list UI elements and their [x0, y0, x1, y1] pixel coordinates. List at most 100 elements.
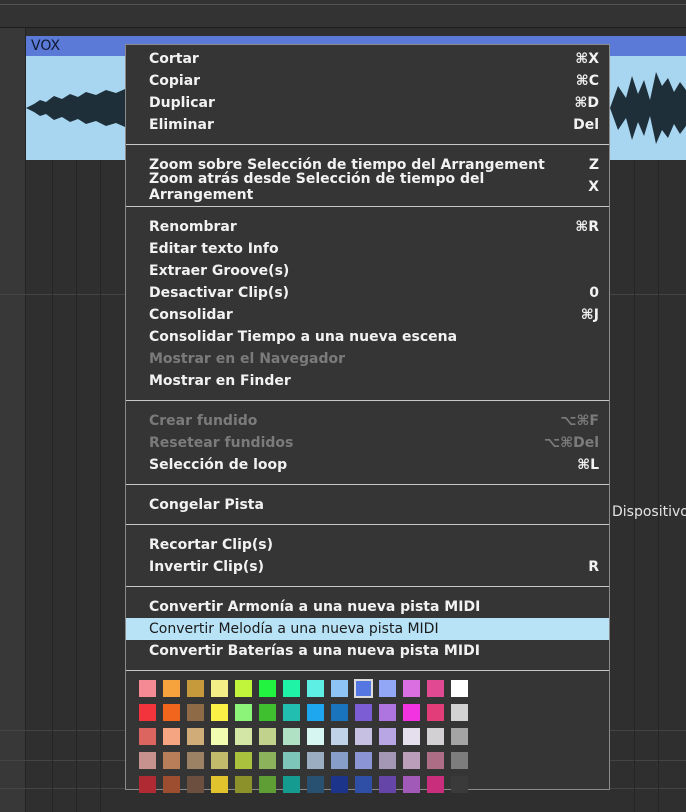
- color-swatch[interactable]: [211, 728, 228, 745]
- color-swatch[interactable]: [259, 680, 276, 697]
- menu-item-label: Editar texto Info: [149, 241, 279, 257]
- color-swatch[interactable]: [283, 704, 300, 721]
- color-swatch[interactable]: [403, 680, 420, 697]
- color-swatch[interactable]: [451, 704, 468, 721]
- color-swatch[interactable]: [211, 752, 228, 769]
- color-swatch[interactable]: [307, 752, 324, 769]
- menu-item[interactable]: Eliminar Del: [126, 114, 609, 136]
- color-swatch[interactable]: [259, 704, 276, 721]
- menu-item[interactable]: Consolidar Tiempo a una nueva escena: [126, 326, 609, 348]
- color-swatch[interactable]: [427, 704, 444, 721]
- menu-item[interactable]: Desactivar Clip(s) 0: [126, 282, 609, 304]
- color-swatch[interactable]: [259, 776, 276, 793]
- color-swatch[interactable]: [331, 704, 348, 721]
- color-swatch[interactable]: [235, 704, 252, 721]
- color-swatch[interactable]: [427, 728, 444, 745]
- menu-item[interactable]: Convertir Melodía a una nueva pista MIDI: [126, 618, 609, 640]
- color-swatch[interactable]: [354, 679, 373, 698]
- context-menu: Cortar ⌘X Copiar ⌘C Duplicar ⌘D Eliminar Del Zoo…: [125, 44, 610, 793]
- menu-item-shortcut: R: [588, 559, 599, 575]
- color-swatch[interactable]: [187, 728, 204, 745]
- color-swatch[interactable]: [139, 752, 156, 769]
- color-swatch[interactable]: [283, 776, 300, 793]
- color-swatch[interactable]: [283, 728, 300, 745]
- color-swatch[interactable]: [451, 776, 468, 793]
- color-swatch[interactable]: [355, 704, 372, 721]
- color-swatch[interactable]: [379, 752, 396, 769]
- color-swatch[interactable]: [379, 704, 396, 721]
- color-swatch[interactable]: [427, 776, 444, 793]
- color-swatch[interactable]: [211, 680, 228, 697]
- color-swatch[interactable]: [307, 776, 324, 793]
- color-swatch[interactable]: [187, 680, 204, 697]
- menu-item[interactable]: Recortar Clip(s): [126, 534, 609, 556]
- color-swatch[interactable]: [331, 752, 348, 769]
- color-swatch[interactable]: [235, 752, 252, 769]
- menu-separator: [126, 586, 609, 587]
- color-swatch[interactable]: [403, 728, 420, 745]
- color-swatch[interactable]: [355, 752, 372, 769]
- color-swatch[interactable]: [139, 704, 156, 721]
- menu-item[interactable]: Congelar Pista: [126, 494, 609, 516]
- menu-separator: [126, 400, 609, 401]
- color-swatch[interactable]: [403, 776, 420, 793]
- menu-item[interactable]: Convertir Baterías a una nueva pista MID…: [126, 640, 609, 662]
- color-swatch[interactable]: [307, 680, 324, 697]
- color-swatch[interactable]: [379, 680, 396, 697]
- color-swatch[interactable]: [307, 728, 324, 745]
- menu-item[interactable]: Consolidar ⌘J: [126, 304, 609, 326]
- color-swatch[interactable]: [451, 680, 468, 697]
- menu-item[interactable]: Mostrar en Finder: [126, 370, 609, 392]
- menu-item[interactable]: Selección de loop ⌘L: [126, 454, 609, 476]
- color-swatch[interactable]: [451, 728, 468, 745]
- menu-item[interactable]: Renombrar ⌘R: [126, 216, 609, 238]
- color-swatch[interactable]: [235, 680, 252, 697]
- color-swatch[interactable]: [283, 680, 300, 697]
- color-swatch[interactable]: [139, 680, 156, 697]
- menu-item[interactable]: Convertir Armonía a una nueva pista MIDI: [126, 596, 609, 618]
- menu-item[interactable]: Extraer Groove(s): [126, 260, 609, 282]
- color-swatch[interactable]: [163, 728, 180, 745]
- color-swatch[interactable]: [355, 776, 372, 793]
- color-swatch[interactable]: [331, 776, 348, 793]
- color-swatch[interactable]: [403, 704, 420, 721]
- color-swatch[interactable]: [259, 728, 276, 745]
- color-swatch[interactable]: [163, 752, 180, 769]
- color-swatch[interactable]: [187, 752, 204, 769]
- color-swatch[interactable]: [355, 728, 372, 745]
- color-swatch[interactable]: [427, 680, 444, 697]
- color-swatch[interactable]: [163, 776, 180, 793]
- color-swatch[interactable]: [163, 704, 180, 721]
- color-swatch[interactable]: [403, 752, 420, 769]
- color-swatch[interactable]: [427, 752, 444, 769]
- color-swatch[interactable]: [187, 704, 204, 721]
- color-swatch[interactable]: [139, 776, 156, 793]
- color-swatch[interactable]: [235, 728, 252, 745]
- color-swatch[interactable]: [259, 752, 276, 769]
- menu-item[interactable]: Invertir Clip(s) R: [126, 556, 609, 578]
- color-swatch[interactable]: [163, 680, 180, 697]
- color-swatch[interactable]: [331, 728, 348, 745]
- menu-item[interactable]: Duplicar ⌘D: [126, 92, 609, 114]
- menu-item: Mostrar en el Navegador: [126, 348, 609, 370]
- color-swatch[interactable]: [235, 776, 252, 793]
- menu-item[interactable]: Editar texto Info: [126, 238, 609, 260]
- color-swatch[interactable]: [211, 704, 228, 721]
- color-swatch[interactable]: [379, 728, 396, 745]
- menu-item[interactable]: Cortar ⌘X: [126, 48, 609, 70]
- color-swatch[interactable]: [379, 776, 396, 793]
- menu-item-label: Duplicar: [149, 95, 215, 111]
- color-swatch[interactable]: [187, 776, 204, 793]
- color-swatch[interactable]: [307, 704, 324, 721]
- menu-item[interactable]: Copiar ⌘C: [126, 70, 609, 92]
- color-swatch[interactable]: [331, 680, 348, 697]
- menu-item-shortcut: ⌥⌘Del: [543, 435, 599, 451]
- menu-separator: [126, 484, 609, 485]
- menu-item[interactable]: Zoom atrás desde Selección de tiempo del…: [126, 171, 609, 203]
- color-swatch[interactable]: [211, 776, 228, 793]
- color-swatch[interactable]: [139, 728, 156, 745]
- color-swatch[interactable]: [283, 752, 300, 769]
- menu-item-label: Desactivar Clip(s): [149, 285, 290, 301]
- color-swatch[interactable]: [451, 752, 468, 769]
- menu-item-shortcut: ⌘R: [575, 219, 599, 235]
